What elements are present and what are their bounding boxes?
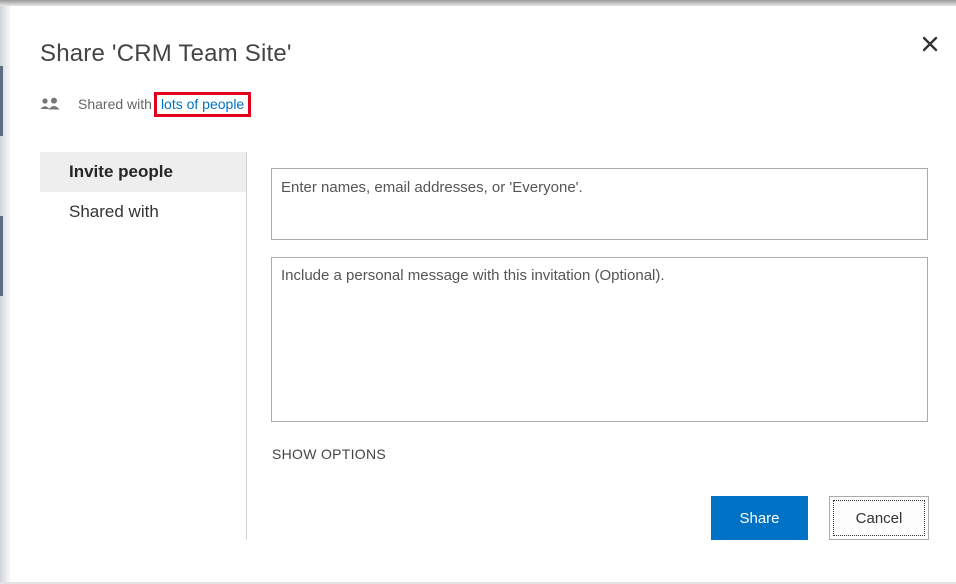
nav-item-shared-with[interactable]: Shared with: [40, 192, 246, 232]
close-button[interactable]: [916, 30, 944, 58]
share-nav: Invite people Shared with: [40, 152, 246, 232]
show-options-link[interactable]: SHOW OPTIONS: [272, 446, 386, 462]
background-page-edge: [0, 6, 10, 584]
background-mark: [0, 216, 3, 296]
personal-message-input[interactable]: [271, 257, 928, 422]
cancel-button-label: Cancel: [855, 509, 903, 527]
people-names-input[interactable]: [271, 168, 928, 240]
shared-with-summary: Shared with lots of people: [40, 91, 252, 117]
nav-item-invite-people[interactable]: Invite people: [40, 152, 246, 192]
close-icon: [922, 36, 938, 52]
cancel-button[interactable]: Cancel: [829, 496, 929, 540]
background-mark: [0, 66, 3, 136]
shared-with-prefix: Shared with: [78, 96, 152, 112]
share-dialog: Share 'CRM Team Site' Shared with lots o…: [0, 0, 956, 584]
window-top-edge: [0, 0, 956, 6]
people-icon: [40, 96, 62, 112]
dialog-title: Share 'CRM Team Site': [40, 40, 292, 67]
nav-divider: [246, 152, 247, 540]
share-button[interactable]: Share: [711, 496, 808, 540]
shared-with-link[interactable]: lots of people: [153, 91, 252, 117]
